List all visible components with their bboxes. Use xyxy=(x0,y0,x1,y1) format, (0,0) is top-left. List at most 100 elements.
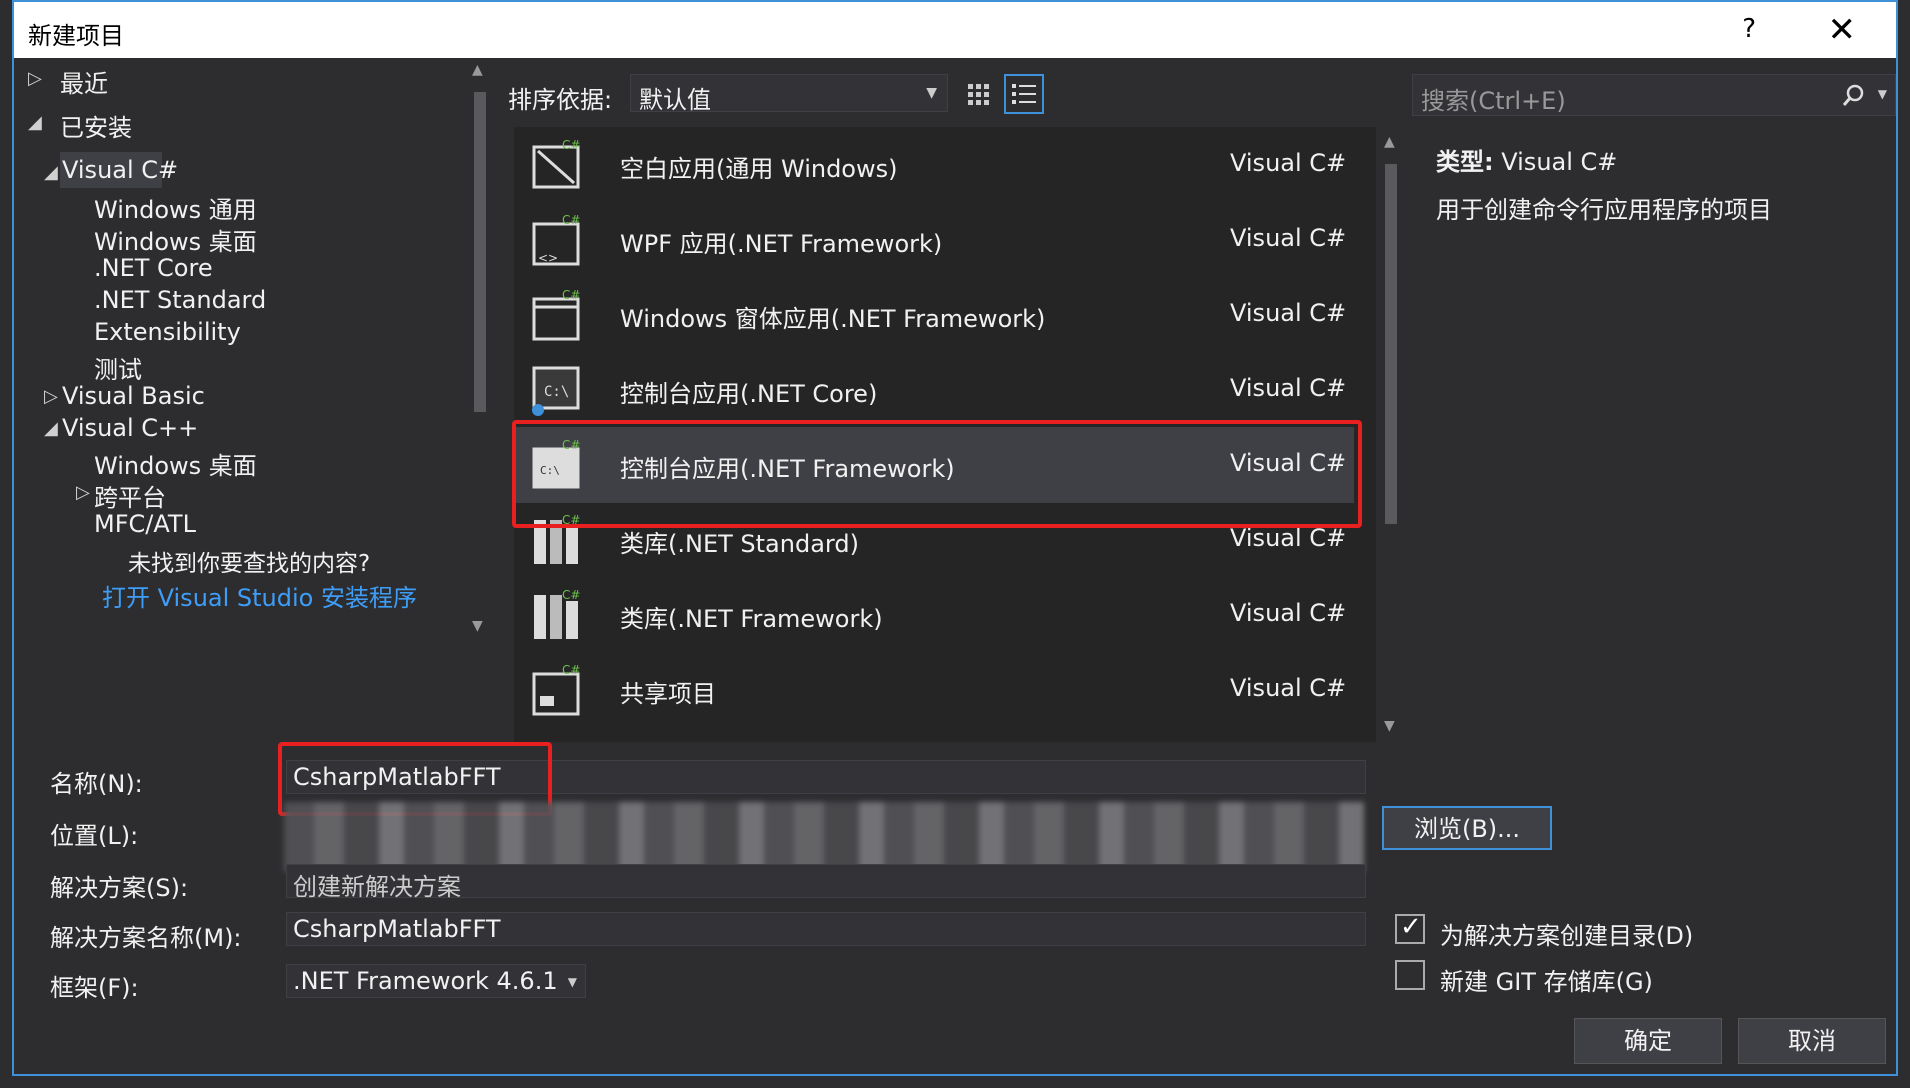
solution-label: 解决方案(S): xyxy=(50,874,189,902)
template-row[interactable]: C# 类库(.NET Framework) Visual C# xyxy=(514,577,1354,653)
framework-dropdown[interactable]: .NET Framework 4.6.1 ▼ xyxy=(286,964,586,998)
template-row[interactable]: C:\ 控制台应用(.NET Core) Visual C# xyxy=(514,352,1354,428)
tree-installed[interactable]: 已安装 xyxy=(60,108,132,143)
template-row[interactable]: C# 共享项目 Visual C# xyxy=(514,652,1354,728)
dialog-title: 新建项目 xyxy=(28,22,124,50)
sort-value: 默认值 xyxy=(639,86,711,114)
template-row[interactable]: <> C# WPF 应用(.NET Framework) Visual C# xyxy=(514,202,1354,278)
scroll-up-icon[interactable]: ▲ xyxy=(1384,134,1395,150)
chevron-down-icon[interactable]: ▼ xyxy=(1878,87,1887,101)
chevron-down-icon[interactable]: ◢ xyxy=(44,418,58,439)
cancel-button[interactable]: 取消 xyxy=(1738,1018,1886,1064)
tree-item-test[interactable]: 测试 xyxy=(94,350,142,385)
location-label: 位置(L): xyxy=(50,822,139,850)
checkmark-icon: ✓ xyxy=(1400,912,1422,942)
template-name: 控制台应用(.NET Core) xyxy=(620,380,878,408)
chevron-down-icon: ▼ xyxy=(567,975,577,989)
template-name: 共享项目 xyxy=(620,680,716,708)
tree-item-net-core[interactable]: .NET Core xyxy=(94,254,213,282)
template-name: 类库(.NET Framework) xyxy=(620,605,883,633)
tree-recent[interactable]: 最近 xyxy=(60,64,108,99)
svg-text:C#: C# xyxy=(562,663,580,677)
chevron-down-icon[interactable]: ◢ xyxy=(44,162,58,183)
chevron-down-icon[interactable]: ◢ xyxy=(28,112,42,133)
open-installer-link[interactable]: 打开 Visual Studio 安装程序 xyxy=(102,578,417,613)
template-list-scrollbar[interactable]: ▲ ▼ xyxy=(1376,130,1406,742)
solution-name-field[interactable]: CsharpMatlabFFT xyxy=(286,912,1366,946)
tree-item-cross-platform[interactable]: 跨平台 xyxy=(94,478,166,513)
template-name: WPF 应用(.NET Framework) xyxy=(620,230,943,258)
framework-label: 框架(F): xyxy=(50,974,139,1002)
new-git-checkbox[interactable] xyxy=(1395,960,1425,990)
tree-item-extensibility[interactable]: Extensibility xyxy=(94,318,241,346)
list-view-icon[interactable] xyxy=(1004,74,1044,114)
tree-item-cpp-windows-desktop[interactable]: Windows 桌面 xyxy=(94,446,257,481)
template-row[interactable]: C# 空白应用(通用 Windows) Visual C# xyxy=(514,127,1354,203)
template-name: 类库(.NET Standard) xyxy=(620,530,859,558)
tree-item-windows-universal[interactable]: Windows 通用 xyxy=(94,190,257,225)
description-type: 类型: Visual C# xyxy=(1436,142,1617,177)
chevron-right-icon[interactable]: ▷ xyxy=(28,68,42,89)
svg-text:C:\: C:\ xyxy=(544,384,569,400)
template-language: Visual C# xyxy=(1230,299,1347,327)
create-directory-checkbox[interactable]: ✓ xyxy=(1395,912,1425,944)
tree-item-mfc-atl[interactable]: MFC/ATL xyxy=(94,510,196,538)
template-language: Visual C# xyxy=(1230,674,1347,702)
tree-visual-basic[interactable]: Visual Basic xyxy=(62,382,205,410)
class-library-icon: C# xyxy=(534,588,580,639)
scroll-up-icon[interactable]: ▲ xyxy=(472,62,483,78)
template-name: 空白应用(通用 Windows) xyxy=(620,155,898,183)
template-language: Visual C# xyxy=(1230,524,1347,552)
sort-dropdown[interactable]: 默认值 ▼ xyxy=(630,74,948,114)
shared-project-icon: C# xyxy=(532,663,580,716)
help-button[interactable]: ? xyxy=(1742,14,1756,44)
solution-dropdown[interactable]: 创建新解决方案 xyxy=(286,864,1366,901)
name-label: 名称(N): xyxy=(50,770,143,798)
console-core-icon: C:\ xyxy=(532,366,580,416)
search-box[interactable]: 搜索(Ctrl+E) ▼ xyxy=(1412,74,1896,116)
tree-item-windows-desktop[interactable]: Windows 桌面 xyxy=(94,222,257,257)
scroll-down-icon[interactable]: ▼ xyxy=(472,618,483,634)
chevron-right-icon[interactable]: ▷ xyxy=(44,386,58,407)
framework-value: .NET Framework 4.6.1 xyxy=(293,967,558,995)
scroll-down-icon[interactable]: ▼ xyxy=(1384,718,1395,734)
browse-button[interactable]: 浏览(B)... xyxy=(1382,806,1552,850)
location-field-redacted[interactable] xyxy=(284,802,1364,872)
template-language: Visual C# xyxy=(1230,599,1347,627)
windows-forms-icon: C# xyxy=(532,288,580,341)
svg-text:<>: <> xyxy=(538,251,558,265)
template-row[interactable]: C# Windows 窗体应用(.NET Framework) Visual C… xyxy=(514,277,1354,353)
svg-text:C#: C# xyxy=(562,288,580,302)
template-tree: ▷ 最近 ◢ 已安装 ◢ Visual C# Windows 通用 Window… xyxy=(14,60,469,740)
type-label: 类型: xyxy=(1436,148,1494,176)
svg-text:C#: C# xyxy=(562,588,580,602)
blank-app-icon: C# xyxy=(532,138,580,189)
chevron-right-icon[interactable]: ▷ xyxy=(76,482,90,503)
scroll-thumb[interactable] xyxy=(474,92,486,412)
tree-visual-cpp[interactable]: Visual C++ xyxy=(62,414,198,442)
ok-button[interactable]: 确定 xyxy=(1574,1018,1722,1064)
scroll-thumb[interactable] xyxy=(1385,164,1397,524)
sort-label: 排序依据: xyxy=(508,86,613,114)
tree-item-net-standard[interactable]: .NET Standard xyxy=(94,286,266,314)
title-bar: 新建项目 ? ✕ xyxy=(14,2,1896,58)
search-icon[interactable] xyxy=(1841,83,1865,107)
new-project-dialog: 新建项目 ? ✕ ▷ 最近 ◢ 已安装 ◢ Visual C# Windows … xyxy=(12,0,1898,1076)
not-found-text: 未找到你要查找的内容? xyxy=(128,551,371,577)
new-git-label: 新建 GIT 存储库(G) xyxy=(1440,968,1653,996)
chevron-down-icon: ▼ xyxy=(926,85,937,101)
annotation-highlight-template xyxy=(512,420,1362,528)
template-language: Visual C# xyxy=(1230,374,1347,402)
type-value: Visual C# xyxy=(1501,148,1618,176)
template-name: Windows 窗体应用(.NET Framework) xyxy=(620,305,1046,333)
template-language: Visual C# xyxy=(1230,224,1347,252)
close-icon[interactable]: ✕ xyxy=(1828,10,1857,50)
description-text: 用于创建命令行应用程序的项目 xyxy=(1436,196,1772,224)
svg-text:C#: C# xyxy=(562,213,580,227)
solution-name-label: 解决方案名称(M): xyxy=(50,924,242,952)
tree-scrollbar[interactable]: ▲ ▼ xyxy=(466,62,492,642)
grid-view-icon[interactable] xyxy=(958,74,998,114)
svg-text:C#: C# xyxy=(562,138,580,152)
search-placeholder: 搜索(Ctrl+E) xyxy=(1421,87,1566,115)
tree-visual-csharp[interactable]: Visual C# xyxy=(62,156,178,184)
